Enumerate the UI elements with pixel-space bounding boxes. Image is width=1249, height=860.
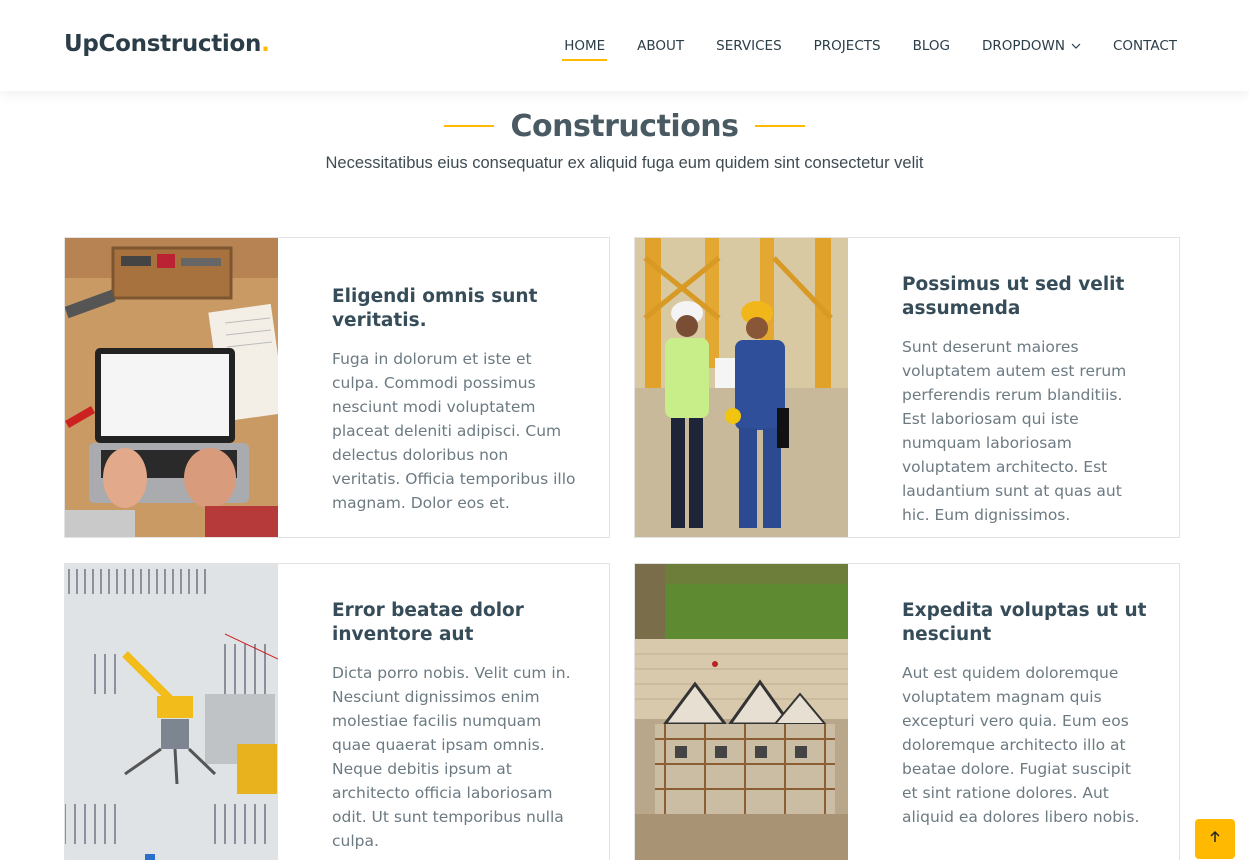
section-subtitle: Necessitatibus eius consequatur ex aliqu… <box>325 154 924 172</box>
scroll-top-button[interactable] <box>1195 819 1235 859</box>
nav-item-about[interactable]: ABOUT <box>637 0 684 91</box>
section-title-row: Constructions <box>0 106 1249 146</box>
arrow-up-icon[interactable] <box>1208 830 1222 849</box>
construction-card[interactable]: Expedita voluptas ut ut nesciunt Aut est… <box>634 563 1180 860</box>
section-title: Constructions <box>510 108 739 144</box>
card-image-engineers <box>635 238 848 537</box>
nav-item-blog[interactable]: BLOG <box>913 0 950 91</box>
site-header: UpConstruction. HOME ABOUT SERVICES PROJ… <box>0 0 1249 91</box>
construction-card[interactable]: Eligendi omnis sunt veritatis. Fuga in d… <box>64 237 610 538</box>
card-title[interactable]: Eligendi omnis sunt veritatis. <box>332 285 581 333</box>
nav-item-contact[interactable]: CONTACT <box>1113 0 1177 91</box>
card-title[interactable]: Error beatae dolor inventore aut <box>332 599 581 647</box>
nav-dropdown-label[interactable]: DROPDOWN <box>982 38 1065 54</box>
brand-dot: . <box>261 31 270 57</box>
title-decoration-right <box>754 125 805 127</box>
construction-card[interactable]: Possimus ut sed velit assumenda Sunt des… <box>634 237 1180 538</box>
card-text: Aut est quidem doloremque voluptatem mag… <box>902 664 1140 826</box>
nav-item-dropdown[interactable]: DROPDOWN <box>982 0 1081 91</box>
card-body: Error beatae dolor inventore aut Dicta p… <box>332 599 581 853</box>
main-nav: HOME ABOUT SERVICES PROJECTS BLOG DROPDO… <box>562 0 1177 91</box>
card-body: Expedita voluptas ut ut nesciunt Aut est… <box>902 599 1151 829</box>
card-text: Dicta porro nobis. Velit cum in. Nesciun… <box>332 664 571 850</box>
nav-item-services[interactable]: SERVICES <box>716 0 781 91</box>
card-text: Fuga in dolorum et iste et culpa. Commod… <box>332 350 576 512</box>
card-text: Sunt deserunt maiores voluptatem autem e… <box>902 338 1127 524</box>
brand-name[interactable]: UpConstruction <box>64 31 261 57</box>
card-title[interactable]: Possimus ut sed velit assumenda <box>902 273 1151 321</box>
card-title[interactable]: Expedita voluptas ut ut nesciunt <box>902 599 1151 647</box>
chevron-down-icon[interactable] <box>1071 41 1081 51</box>
card-image-rebar-site <box>65 564 278 860</box>
brand-logo[interactable]: UpConstruction. <box>64 31 270 57</box>
card-body: Possimus ut sed velit assumenda Sunt des… <box>902 273 1151 527</box>
nav-item-projects[interactable]: PROJECTS <box>814 0 881 91</box>
section-header: Constructions Necessitatibus eius conseq… <box>0 106 1249 173</box>
construction-card[interactable]: Error beatae dolor inventore aut Dicta p… <box>64 563 610 860</box>
card-image-laptop <box>65 238 278 537</box>
title-decoration-left <box>444 125 495 127</box>
card-image-houses <box>635 564 848 860</box>
nav-item-home[interactable]: HOME <box>562 0 608 91</box>
card-body: Eligendi omnis sunt veritatis. Fuga in d… <box>332 285 581 515</box>
